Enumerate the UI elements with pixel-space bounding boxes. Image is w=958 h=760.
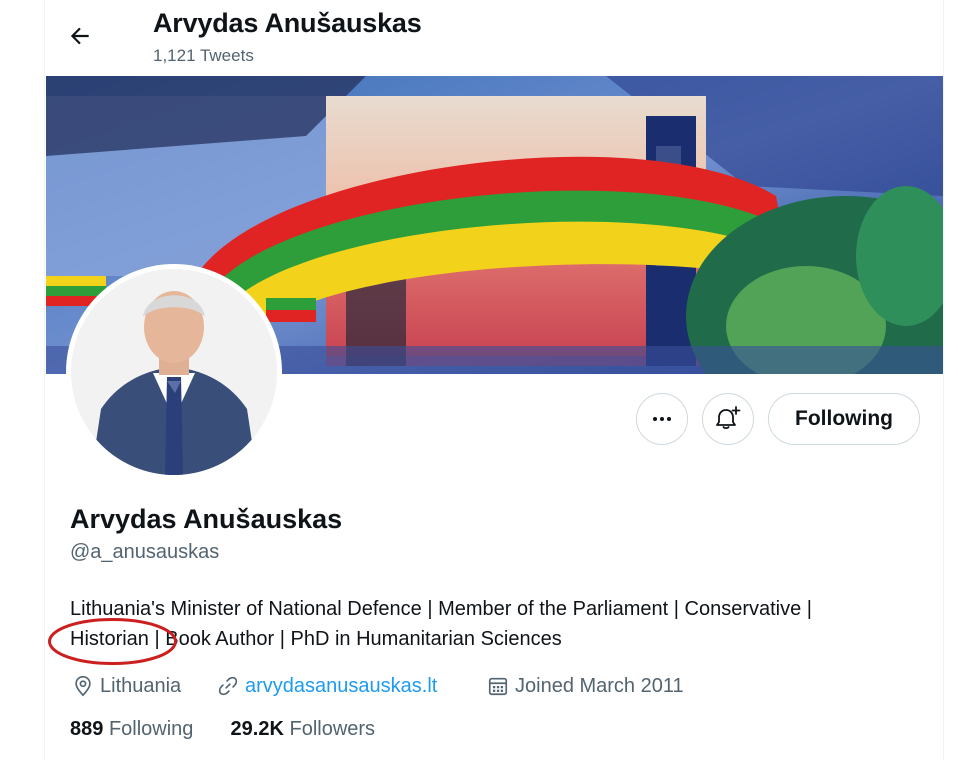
profile-handle: @a_anusauskas — [70, 541, 220, 563]
location-pin-icon — [75, 676, 91, 697]
avatar — [71, 269, 277, 475]
joined-text: Joined March 2011 — [515, 674, 684, 697]
tweet-count: 1,121 Tweets — [153, 46, 254, 65]
column-border-right — [943, 0, 944, 760]
profile-joined: Joined March 2011 — [487, 672, 684, 700]
header-title: Arvydas Anušauskas — [153, 8, 422, 38]
website-link[interactable]: arvydasanusauskas.lt — [245, 675, 437, 698]
ellipsis-icon — [653, 417, 671, 421]
bio-line-1: Lithuania's Minister of National Defence… — [70, 598, 812, 620]
followers-label: Followers — [289, 718, 376, 740]
bell-plus-icon — [716, 406, 741, 430]
more-options-button[interactable] — [636, 393, 688, 445]
back-button[interactable] — [60, 16, 100, 56]
profile-website[interactable]: arvydasanusauskas.lt — [217, 672, 437, 700]
location-text: Lithuania — [100, 674, 182, 697]
following-stat[interactable]: 889 Following — [70, 718, 193, 740]
following-label: Following — [108, 718, 194, 740]
following-count: 889 — [70, 718, 104, 740]
bio-line-2: Historian | Book Author | PhD in Humanit… — [70, 624, 930, 654]
notifications-button[interactable] — [702, 393, 754, 445]
calendar-icon — [488, 677, 508, 696]
profile-avatar[interactable] — [66, 264, 282, 480]
bio-line-2-rest: | Book Author | PhD in Humanitarian Scie… — [148, 628, 562, 650]
link-icon — [218, 676, 238, 696]
column-border-left — [44, 0, 45, 760]
followers-count: 29.2K — [230, 718, 284, 740]
profile-name: Arvydas Anušauskas — [70, 504, 343, 534]
following-button[interactable]: Following — [768, 393, 920, 445]
followers-stat[interactable]: 29.2K Followers — [231, 718, 376, 740]
profile-location: Lithuania — [72, 672, 181, 700]
annotation-circle — [48, 618, 177, 665]
arrow-left-icon — [70, 27, 89, 45]
profile-stats: 889 Following 29.2K Followers — [70, 718, 375, 741]
profile-bio: Lithuania's Minister of National Defence… — [70, 594, 930, 654]
